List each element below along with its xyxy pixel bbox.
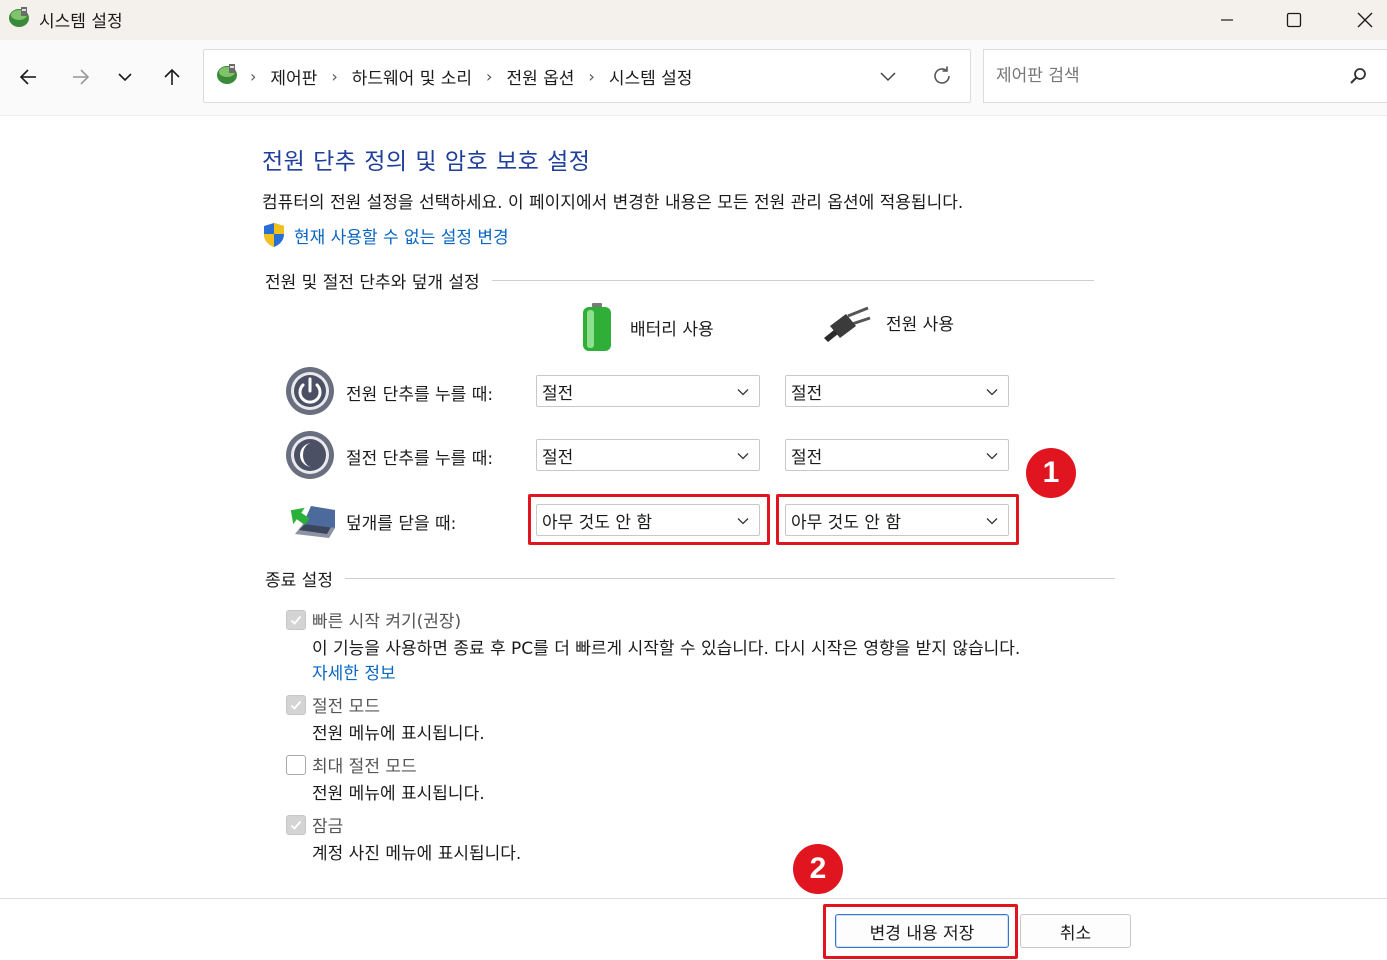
minimize-icon: [1221, 19, 1233, 21]
breadcrumb-separator: ›: [331, 67, 338, 86]
shutdown-section-header: 종료 설정: [265, 566, 1115, 591]
plugged-in-column-label: 전원 사용: [886, 314, 954, 335]
cancel-button[interactable]: 취소: [1020, 914, 1131, 948]
maximize-icon: [1286, 12, 1302, 28]
search-input[interactable]: [996, 62, 1336, 90]
control-panel-icon: [9, 7, 29, 27]
footer-divider: [0, 898, 1387, 899]
battery-column-header: 배터리 사용: [578, 302, 714, 352]
lid-close-label: 덮개를 닫을 때:: [346, 514, 457, 534]
breadcrumb-item-system-settings[interactable]: 시스템 설정: [609, 64, 693, 89]
fast-startup-checkbox[interactable]: [286, 610, 306, 630]
arrow-up-icon: [164, 68, 180, 85]
step-badge-2: 2: [793, 844, 843, 894]
chevron-down-icon: [118, 73, 132, 82]
page-description: 컴퓨터의 전원 설정을 선택하세요. 이 페이지에서 변경한 내용은 모든 전원…: [262, 193, 964, 213]
checkmark-icon: [290, 820, 302, 830]
sleep-button-battery-select[interactable]: 절전: [536, 439, 760, 471]
breadcrumb-separator: ›: [486, 67, 493, 86]
fast-startup-description: 이 기능을 사용하면 종료 후 PC를 더 빠르게 시작할 수 있습니다. 다시…: [312, 639, 1021, 659]
breadcrumb-separator: ›: [250, 67, 257, 86]
power-button-icon: [286, 367, 334, 415]
power-buttons-section-header: 전원 및 절전 단추와 덮개 설정: [265, 268, 1094, 293]
section-heading: 종료 설정: [265, 571, 333, 591]
search-button[interactable]: [1346, 64, 1370, 88]
battery-column-label: 배터리 사용: [630, 319, 714, 340]
sleep-mode-checkbox[interactable]: [286, 695, 306, 715]
refresh-button[interactable]: [930, 64, 954, 88]
power-button-label: 전원 단추를 누를 때:: [346, 385, 494, 405]
section-divider: [491, 280, 1094, 281]
navigation-bar: › 제어판 › 하드웨어 및 소리 › 전원 옵션 › 시스템 설정: [0, 40, 1387, 116]
checkmark-icon: [290, 700, 302, 710]
checkmark-icon: [290, 615, 302, 625]
chevron-down-icon: [737, 453, 749, 460]
section-heading: 전원 및 절전 단추와 덮개 설정: [265, 273, 480, 293]
highlight-box-battery-lid: [528, 494, 770, 545]
breadcrumb: › 제어판 › 하드웨어 및 소리 › 전원 옵션 › 시스템 설정: [250, 64, 692, 89]
sleep-mode-description: 전원 메뉴에 표시됩니다.: [312, 724, 485, 744]
power-button-plugged-select[interactable]: 절전: [785, 375, 1009, 407]
close-button[interactable]: [1330, 0, 1387, 40]
power-button-battery-select[interactable]: 절전: [536, 375, 760, 407]
learn-more-link[interactable]: 자세한 정보: [312, 659, 396, 684]
search-box: [983, 49, 1387, 103]
maximize-button[interactable]: [1259, 0, 1329, 40]
forward-button[interactable]: [66, 62, 96, 92]
sleep-button-icon: [286, 431, 334, 479]
refresh-icon: [934, 66, 950, 84]
select-value: 절전: [791, 447, 823, 468]
chevron-down-icon: [737, 389, 749, 396]
breadcrumb-item-hardware-sound[interactable]: 하드웨어 및 소리: [352, 64, 472, 89]
power-plug-icon: [824, 306, 871, 342]
back-button[interactable]: [13, 62, 43, 92]
hibernate-description: 전원 메뉴에 표시됩니다.: [312, 784, 485, 804]
highlight-box-plugged-lid: [776, 494, 1019, 545]
sleep-mode-title: 절전 모드: [312, 697, 380, 717]
fast-startup-title: 빠른 시작 켜기(권장): [312, 612, 462, 632]
select-value: 절전: [542, 383, 574, 404]
chevron-down-icon: [880, 72, 896, 82]
sleep-button-label: 절전 단추를 누를 때:: [346, 449, 494, 469]
select-value: 절전: [791, 383, 823, 404]
arrow-right-icon: [73, 69, 90, 85]
sleep-button-plugged-select[interactable]: 절전: [785, 439, 1009, 471]
hibernate-title: 최대 절전 모드: [312, 757, 417, 777]
battery-icon: [583, 303, 611, 351]
lock-checkbox[interactable]: [286, 815, 306, 835]
breadcrumb-item-power-options[interactable]: 전원 옵션: [506, 64, 574, 89]
step-badge-1: 1: [1026, 448, 1076, 498]
breadcrumb-item-control-panel[interactable]: 제어판: [270, 64, 317, 89]
recent-locations-button[interactable]: [110, 62, 140, 92]
plugged-in-column-header: 전원 사용: [824, 302, 954, 342]
change-unavailable-settings-link[interactable]: 현재 사용할 수 없는 설정 변경: [262, 222, 509, 248]
arrow-left-icon: [19, 69, 36, 85]
window-title: 시스템 설정: [39, 12, 123, 32]
search-icon: [1350, 68, 1366, 84]
uac-link-label[interactable]: 현재 사용할 수 없는 설정 변경: [294, 223, 509, 248]
lock-title: 잠금: [312, 817, 344, 837]
select-value: 절전: [542, 447, 574, 468]
chevron-down-icon: [986, 453, 998, 460]
control-panel-icon: [217, 64, 237, 84]
laptop-lid-icon: [290, 506, 335, 538]
page-title: 전원 단추 정의 및 암호 보호 설정: [262, 149, 591, 175]
uac-shield-icon: [264, 223, 284, 247]
close-icon: [1357, 12, 1373, 28]
highlight-box-save: [823, 904, 1018, 959]
title-bar: 시스템 설정: [0, 0, 1387, 40]
breadcrumb-separator: ›: [588, 67, 595, 86]
chevron-down-icon: [986, 389, 998, 396]
minimize-button[interactable]: [1192, 0, 1262, 40]
lock-description: 계정 사진 메뉴에 표시됩니다.: [312, 844, 522, 864]
address-bar[interactable]: › 제어판 › 하드웨어 및 소리 › 전원 옵션 › 시스템 설정: [203, 49, 971, 103]
up-button[interactable]: [157, 62, 187, 92]
section-divider: [344, 578, 1115, 579]
address-dropdown-button[interactable]: [876, 64, 900, 88]
hibernate-checkbox[interactable]: [286, 755, 306, 775]
